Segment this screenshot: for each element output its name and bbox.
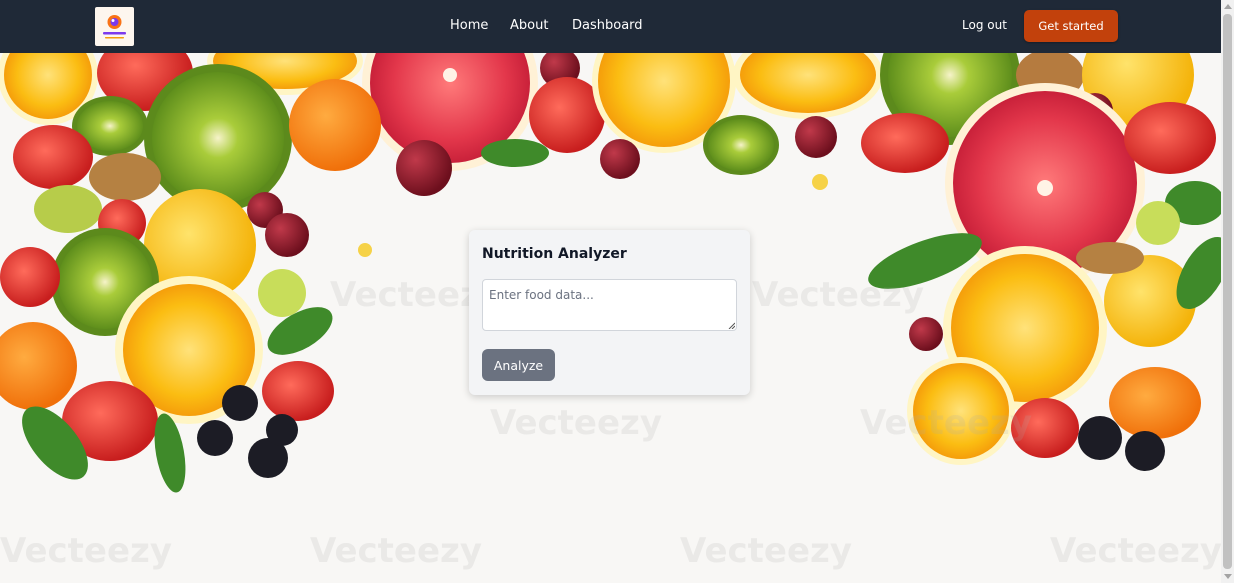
watermark: Vecteezy bbox=[310, 531, 482, 571]
watermark: Vecteezy bbox=[680, 531, 852, 571]
page-scrollbar[interactable] bbox=[1221, 0, 1234, 583]
watermark: Vecteezy bbox=[860, 403, 1032, 443]
logo-graphic bbox=[103, 15, 126, 39]
get-started-button[interactable]: Get started bbox=[1024, 10, 1118, 42]
analyze-button[interactable]: Analyze bbox=[482, 349, 555, 381]
nutrition-analyzer-card: Nutrition Analyzer Analyze bbox=[469, 230, 750, 395]
watermark: Vecteezy bbox=[752, 275, 924, 315]
resize-grip-icon[interactable] bbox=[728, 322, 735, 329]
scroll-up-arrow-icon[interactable] bbox=[1224, 4, 1232, 9]
nav-link-about[interactable]: About bbox=[510, 18, 548, 33]
top-navbar: Home About Dashboard Log out Get started bbox=[0, 0, 1221, 53]
scroll-down-arrow-icon[interactable] bbox=[1224, 574, 1232, 579]
watermark: Vecteezy bbox=[490, 403, 662, 443]
watermark: Vecteezy bbox=[1050, 531, 1221, 571]
ayurme-logo-icon[interactable] bbox=[95, 7, 134, 46]
nav-link-dashboard[interactable]: Dashboard bbox=[572, 18, 643, 33]
card-title: Nutrition Analyzer bbox=[482, 246, 627, 262]
food-data-input[interactable] bbox=[482, 279, 737, 331]
watermark: Vecteezy bbox=[0, 531, 172, 571]
scroll-thumb[interactable] bbox=[1223, 14, 1232, 569]
logout-link[interactable]: Log out bbox=[962, 18, 1007, 32]
nav-link-home[interactable]: Home bbox=[450, 18, 488, 33]
